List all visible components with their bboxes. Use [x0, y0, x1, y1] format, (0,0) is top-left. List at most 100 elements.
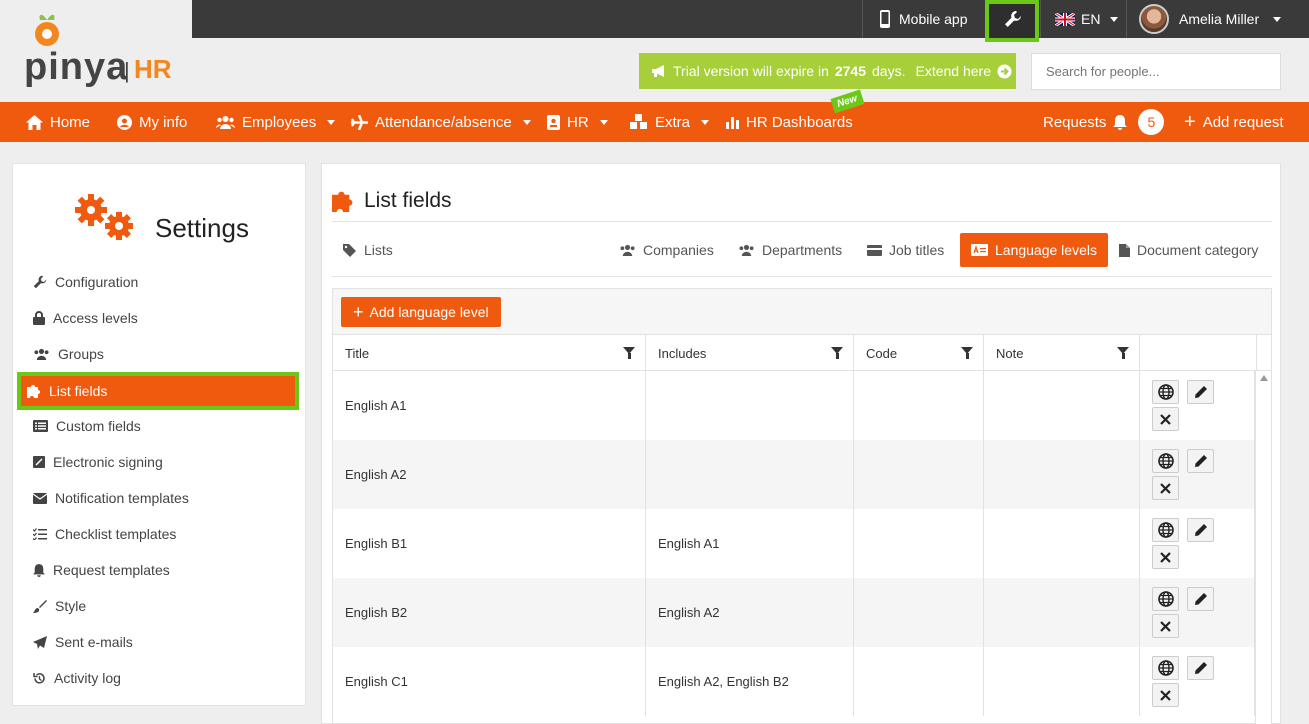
- delete-button[interactable]: [1152, 476, 1179, 500]
- bell-icon: [1113, 114, 1128, 130]
- edit-button[interactable]: [1187, 380, 1214, 404]
- translate-button[interactable]: [1152, 587, 1179, 611]
- table-row[interactable]: English C1 English A2, English B2: [333, 647, 1255, 716]
- pinya-hr-logo[interactable]: pinya | HR: [24, 12, 184, 88]
- delete-button[interactable]: [1152, 683, 1179, 707]
- translate-button[interactable]: [1152, 380, 1179, 404]
- column-header-code[interactable]: Code: [854, 335, 984, 371]
- column-header-label: Code: [866, 345, 898, 361]
- column-header-label: Note: [996, 345, 1024, 361]
- tab-job-titles[interactable]: Job titles: [856, 233, 955, 267]
- table-row[interactable]: English A2: [333, 440, 1255, 509]
- user-menu[interactable]: Amelia Miller: [1126, 0, 1309, 38]
- sidebar-item-label: Notification templates: [55, 490, 189, 506]
- cell-title: English B1: [333, 509, 646, 578]
- envelope-icon: [33, 492, 47, 504]
- edit-button[interactable]: [1187, 449, 1214, 473]
- language-selector[interactable]: EN: [1040, 0, 1126, 38]
- nav-requests[interactable]: Requests 5: [1043, 102, 1165, 142]
- table-row[interactable]: English B1 English A1: [333, 509, 1255, 578]
- vertical-scrollbar[interactable]: [1255, 371, 1271, 724]
- sidebar-item-custom-fields[interactable]: Custom fields: [33, 412, 141, 440]
- sidebar-item-groups[interactable]: Groups: [33, 340, 104, 368]
- users-icon: [34, 348, 49, 360]
- tab-language-levels[interactable]: Language levels: [960, 233, 1108, 267]
- nav-my-info-label: My info: [139, 113, 188, 131]
- sidebar-item-sent-emails[interactable]: Sent e-mails: [33, 628, 133, 656]
- sidebar-item-activity-log[interactable]: Activity log: [33, 664, 121, 692]
- nav-home[interactable]: Home: [26, 102, 90, 142]
- sidebar-item-checklist-templates[interactable]: Checklist templates: [33, 520, 176, 548]
- tab-document-category[interactable]: Document category: [1108, 233, 1269, 267]
- cell-title: English A2: [333, 440, 646, 509]
- filter-icon[interactable]: [961, 347, 973, 359]
- nav-requests-label: Requests: [1043, 113, 1107, 131]
- sidebar-item-notification-templates[interactable]: Notification templates: [33, 484, 189, 512]
- filter-icon[interactable]: [1117, 347, 1129, 359]
- translate-button[interactable]: [1152, 449, 1179, 473]
- trial-days: 2745: [834, 63, 867, 79]
- cell-code: [854, 509, 984, 578]
- nav-my-info[interactable]: My info: [117, 102, 187, 142]
- mobile-app-link[interactable]: Mobile app: [862, 0, 986, 38]
- chevron-down-icon: [1273, 16, 1282, 22]
- language-levels-grid: + Add language level Title Includes Code…: [332, 288, 1272, 724]
- sidebar-item-label: Sent e-mails: [55, 634, 133, 650]
- history-icon: [33, 672, 45, 684]
- people-search-input[interactable]: [1031, 53, 1281, 90]
- edit-button[interactable]: [1187, 656, 1214, 680]
- tab-label: Lists: [364, 242, 393, 258]
- trial-banner[interactable]: Trial version will expire in 2745 days. …: [639, 53, 1016, 89]
- delete-button[interactable]: [1152, 614, 1179, 638]
- extend-link[interactable]: Extend here: [915, 63, 991, 79]
- close-icon: [1160, 620, 1171, 632]
- translate-button[interactable]: [1152, 518, 1179, 542]
- cell-note: [984, 440, 1140, 509]
- tab-companies[interactable]: Companies: [608, 233, 725, 267]
- page-title: List fields: [364, 189, 452, 212]
- scroll-up-arrow-icon[interactable]: [1260, 375, 1268, 381]
- settings-wrench-button[interactable]: [986, 0, 1038, 38]
- nav-attendance[interactable]: Attendance/absence: [351, 102, 531, 142]
- nav-employees-label: Employees: [242, 113, 317, 131]
- tab-label: Job titles: [889, 242, 945, 258]
- sidebar-item-list-fields[interactable]: List fields: [17, 372, 299, 410]
- user-circle-icon: [117, 114, 132, 130]
- edit-button[interactable]: [1187, 518, 1214, 542]
- edit-button[interactable]: [1187, 587, 1214, 611]
- table-header: Title Includes Code Note: [333, 335, 1271, 371]
- filter-icon[interactable]: [831, 347, 843, 359]
- table-row[interactable]: English A1: [333, 371, 1255, 440]
- nav-hr[interactable]: HR: [547, 102, 608, 142]
- translate-button[interactable]: [1152, 656, 1179, 680]
- sidebar-item-style[interactable]: Style: [33, 592, 86, 620]
- sidebar-item-request-templates[interactable]: Request templates: [33, 556, 170, 584]
- sidebar-item-access-levels[interactable]: Access levels: [33, 304, 138, 332]
- arrow-circle-right-icon: [997, 64, 1012, 78]
- table-row[interactable]: English B2 English A2: [333, 578, 1255, 647]
- tab-departments[interactable]: Departments: [727, 233, 853, 267]
- delete-button[interactable]: [1152, 545, 1179, 569]
- sidebar-item-label: Request templates: [53, 562, 170, 578]
- column-header-title[interactable]: Title: [333, 335, 646, 371]
- settings-title: Settings: [155, 213, 249, 243]
- sidebar-item-electronic-signing[interactable]: Electronic signing: [33, 448, 163, 476]
- sidebar-item-label: Checklist templates: [55, 526, 177, 542]
- nav-employees[interactable]: Employees: [216, 102, 336, 142]
- sidebar-item-configuration[interactable]: Configuration: [33, 268, 138, 296]
- nav-add-request[interactable]: + Add request: [1184, 102, 1284, 142]
- sidebar-item-label: Custom fields: [56, 418, 141, 434]
- add-language-level-button[interactable]: + Add language level: [341, 297, 501, 327]
- cell-title: English B2: [333, 578, 646, 647]
- sidebar-item-label: Activity log: [54, 670, 121, 686]
- tab-lists[interactable]: Lists: [332, 233, 404, 267]
- column-header-includes[interactable]: Includes: [646, 335, 854, 371]
- users-icon: [739, 244, 754, 256]
- column-header-note[interactable]: Note: [984, 335, 1140, 371]
- globe-icon: [1157, 522, 1174, 538]
- nav-extra[interactable]: Extra: [629, 102, 710, 142]
- cell-note: [984, 578, 1140, 647]
- filter-icon[interactable]: [623, 347, 635, 359]
- signature-icon: [33, 456, 45, 468]
- delete-button[interactable]: [1152, 407, 1179, 431]
